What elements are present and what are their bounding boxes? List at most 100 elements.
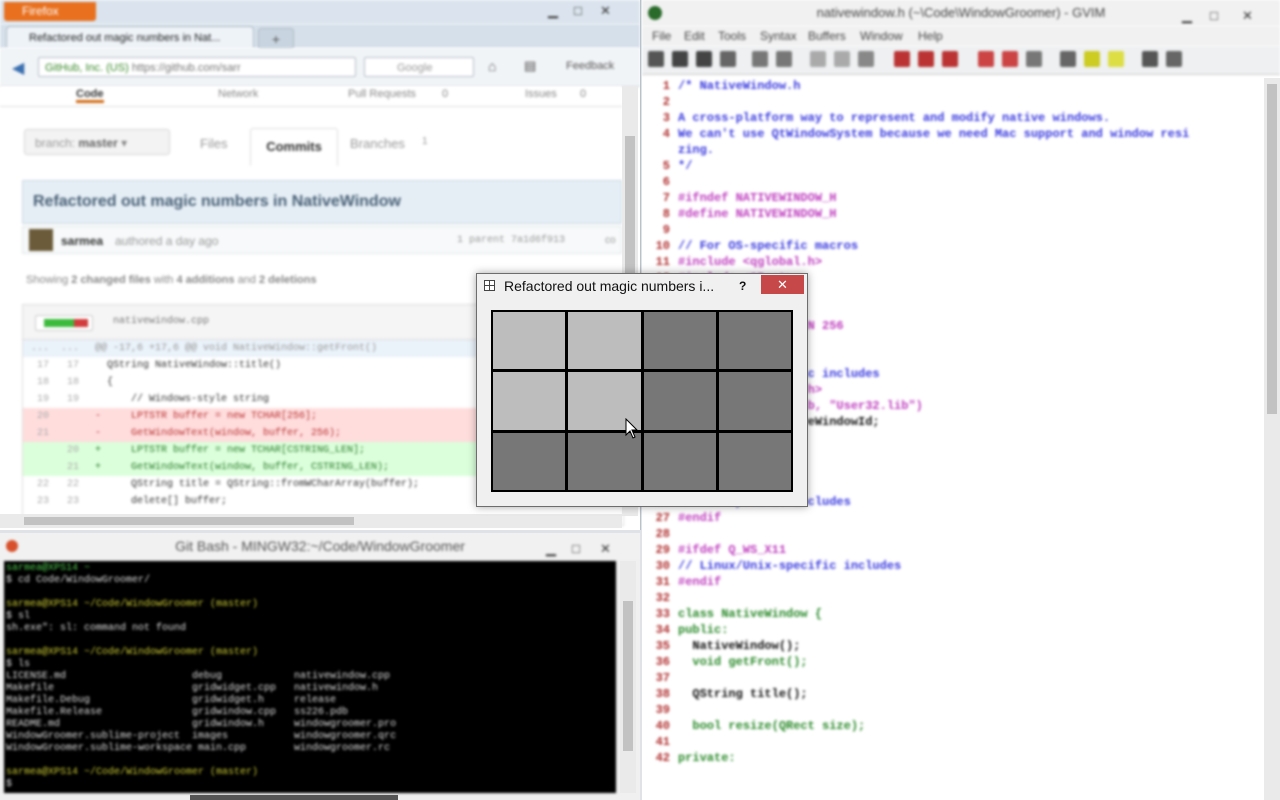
site-identity: GitHub, Inc. (US)	[45, 62, 129, 74]
minimize-icon[interactable]: ▁	[548, 3, 558, 19]
new-line-number[interactable]: 20	[53, 442, 79, 459]
subtab-branches[interactable]: Branches	[350, 136, 405, 151]
close-icon[interactable]: ✕	[600, 536, 611, 562]
old-line-number[interactable]: 19	[23, 391, 49, 408]
replace-icon[interactable]	[894, 51, 910, 67]
old-line-number[interactable]: 20	[23, 408, 49, 425]
sidebar-icon[interactable]: ▤	[524, 58, 536, 74]
new-line-number[interactable]: 22	[53, 476, 79, 493]
make-icon[interactable]	[1060, 51, 1076, 67]
new-line-number[interactable]: ...	[53, 340, 79, 357]
find-prev-icon[interactable]	[942, 51, 958, 67]
terminal-line: sarmea@XPS14 ~/Code/WindowGroomer (maste…	[6, 647, 259, 658]
menu-syntax[interactable]: Syntax	[760, 29, 797, 43]
redo-icon[interactable]	[776, 51, 792, 67]
url-bar[interactable]: GitHub, Inc. (US) https://github.com/sar…	[38, 57, 356, 77]
back-icon[interactable]: ◀	[12, 58, 24, 78]
old-line-number[interactable]: 21	[23, 425, 49, 442]
git-bash-title: Git Bash - MINGW32:~/Code/WindowGroomer	[175, 538, 465, 554]
paste-icon[interactable]	[858, 51, 874, 67]
firefox-menu-button[interactable]: Firefox	[4, 2, 96, 21]
grid-cell[interactable]	[493, 432, 566, 490]
diff-code: - LPTSTR buffer = new TCHAR[256];	[95, 411, 318, 422]
save-icon[interactable]	[672, 51, 688, 67]
grid-cell[interactable]	[493, 372, 566, 430]
cut-icon[interactable]	[810, 51, 826, 67]
find-help-icon[interactable]	[1166, 51, 1182, 67]
tab-network[interactable]: Network	[218, 88, 258, 100]
grid-cell[interactable]	[493, 312, 566, 370]
save-session-icon[interactable]	[1002, 51, 1018, 67]
save-all-icon[interactable]	[696, 51, 712, 67]
grid-cell[interactable]	[568, 312, 641, 370]
browser-tab[interactable]: Refactored out magic numbers in Nat...	[6, 26, 254, 48]
undo-icon[interactable]	[752, 51, 768, 67]
maximize-icon[interactable]: □	[574, 3, 582, 18]
close-button[interactable]: ✕	[761, 275, 804, 294]
code-text: class NativeWindow {	[678, 607, 823, 621]
tab-code[interactable]: Code	[76, 88, 104, 103]
terminal-scrollbar[interactable]	[620, 561, 636, 793]
code-text: bool resize(QRect size);	[678, 719, 866, 733]
dialog-titlebar[interactable]: Refactored out magic numbers i... ? ✕	[477, 274, 807, 298]
feedback-button[interactable]: Feedback	[566, 60, 614, 72]
tab-issues[interactable]: Issues	[525, 88, 557, 100]
old-line-number[interactable]: 23	[23, 493, 49, 510]
new-line-number[interactable]: 23	[53, 493, 79, 510]
new-line-number[interactable]: 17	[53, 357, 79, 374]
author-name[interactable]: sarmea	[61, 234, 103, 248]
menu-help[interactable]: Help	[918, 29, 943, 43]
code-text: // For OS-specific macros	[678, 239, 859, 253]
code-text: zing.	[678, 143, 715, 157]
menu-edit[interactable]: Edit	[684, 29, 705, 43]
code-text: public:	[678, 623, 729, 637]
subtab-files[interactable]: Files	[200, 136, 227, 151]
grid-cell[interactable]	[718, 432, 791, 490]
grid-dialog: Refactored out magic numbers i... ? ✕	[476, 273, 808, 507]
subtab-commits[interactable]: Commits	[250, 128, 338, 166]
vim-scrollbar[interactable]	[1264, 78, 1280, 800]
tab-pull-requests[interactable]: Pull Requests	[348, 88, 416, 100]
menu-window[interactable]: Window	[860, 29, 903, 43]
maximize-icon[interactable]: □	[572, 536, 580, 562]
new-tab-button[interactable]: +	[258, 28, 294, 50]
menu-file[interactable]: File	[652, 29, 671, 43]
find-next-icon[interactable]	[918, 51, 934, 67]
grid-cell[interactable]	[643, 372, 716, 430]
old-line-number[interactable]: 22	[23, 476, 49, 493]
old-line-number[interactable]: ...	[23, 340, 49, 357]
run-script-icon[interactable]	[1026, 51, 1042, 67]
firefox-horizontal-scrollbar[interactable]	[0, 514, 622, 528]
grid-cell[interactable]	[718, 312, 791, 370]
old-line-number[interactable]: 17	[23, 357, 49, 374]
stats-and: and	[237, 274, 256, 286]
parent-info[interactable]: 1 parent 7a1d6f913	[457, 235, 565, 246]
home-icon[interactable]: ⌂	[488, 58, 496, 74]
grid-cell[interactable]	[643, 312, 716, 370]
commit-author-row: sarmea authored a day ago 1 parent 7a1d6…	[22, 226, 622, 254]
minimize-icon[interactable]: ▁	[546, 536, 556, 562]
close-icon[interactable]: ✕	[600, 3, 611, 19]
new-line-number[interactable]: 18	[53, 374, 79, 391]
grid-cell[interactable]	[718, 372, 791, 430]
branch-selector[interactable]: branch: master ▾	[24, 129, 170, 155]
new-line-number[interactable]: 19	[53, 391, 79, 408]
help-icon[interactable]	[1142, 51, 1158, 67]
copy-icon[interactable]	[834, 51, 850, 67]
tag-icon[interactable]	[1108, 51, 1124, 67]
load-session-icon[interactable]	[978, 51, 994, 67]
grid-cell[interactable]	[568, 432, 641, 490]
help-button[interactable]: ?	[739, 274, 753, 298]
print-icon[interactable]	[720, 51, 736, 67]
new-line-number[interactable]: 21	[53, 459, 79, 476]
search-bar[interactable]: Google	[364, 57, 474, 77]
shell-icon[interactable]	[1084, 51, 1100, 67]
menu-tools[interactable]: Tools	[718, 29, 746, 43]
terminal-output[interactable]: sarmea@XPS14 ~ $ cd Code/WindowGroomer/sa…	[4, 561, 616, 793]
file-name[interactable]: nativewindow.cpp	[113, 316, 209, 327]
diff-code: // Windows-style string	[95, 394, 270, 405]
old-line-number[interactable]: 18	[23, 374, 49, 391]
grid-cell[interactable]	[643, 432, 716, 490]
open-icon[interactable]	[648, 51, 664, 67]
menu-buffers[interactable]: Buffers	[808, 29, 846, 43]
